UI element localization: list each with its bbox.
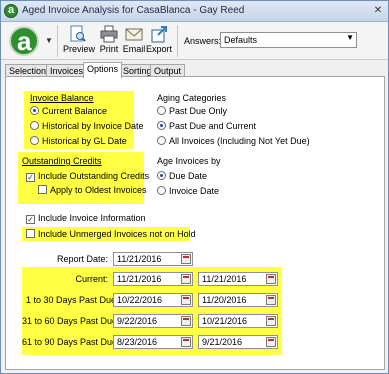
answers-label: Answers: <box>184 36 222 46</box>
range-1-30-to-input[interactable]: 11/20/2016 <box>198 293 278 307</box>
email-icon <box>125 28 143 41</box>
calendar-icon[interactable] <box>266 316 276 326</box>
answers-select[interactable]: Defaults ▼ <box>220 32 357 48</box>
checkmark-icon: ✓ <box>26 173 35 182</box>
range-1-30-label: 1 to 30 Days Past Due: <box>26 295 119 305</box>
option-label: Current Balance <box>42 106 108 116</box>
checkbox-indicator <box>38 185 47 194</box>
toolbar: a ▼ Preview Print Email Export Answers: … <box>1 22 388 60</box>
radio-past-due-and-current[interactable]: Past Due and Current <box>157 121 256 131</box>
date-value: 10/22/2016 <box>117 295 163 305</box>
radio-indicator <box>30 136 39 145</box>
range-31-60-to-input[interactable]: 10/21/2016 <box>198 314 278 328</box>
invoice-balance-title: Invoice Balance <box>30 93 94 103</box>
radio-indicator <box>30 121 39 130</box>
option-label: Due Date <box>169 171 208 181</box>
answers-value: Defaults <box>224 35 258 45</box>
range-61-90-to-input[interactable]: 9/21/2016 <box>198 335 278 349</box>
aging-categories-title: Aging Categories <box>157 93 227 103</box>
option-label: All Invoices (Including Not Yet Due) <box>169 136 310 146</box>
option-label: Past Due and Current <box>169 121 257 131</box>
option-label: Include Invoice Information <box>38 213 146 223</box>
calendar-icon[interactable] <box>266 274 276 284</box>
calendar-icon[interactable] <box>181 295 191 305</box>
range-1-30-from-input[interactable]: 10/22/2016 <box>113 293 193 307</box>
range-31-60-from-input[interactable]: 9/22/2016 <box>113 314 193 328</box>
option-label: Invoice Date <box>169 186 220 196</box>
calendar-icon[interactable] <box>181 337 191 347</box>
date-value: 11/21/2016 <box>202 274 247 284</box>
app-logo-button[interactable]: a <box>9 26 39 56</box>
checkbox-indicator <box>26 229 35 238</box>
date-value: 9/22/2016 <box>117 316 158 326</box>
report-date-input[interactable]: 11/21/2016 <box>113 252 193 266</box>
checkmark-icon: ✓ <box>26 215 35 224</box>
date-value: 11/20/2016 <box>202 295 247 305</box>
checkbox-include-outstanding-credits[interactable]: ✓ Include Outstanding Credits <box>26 171 149 182</box>
current-to-input[interactable]: 11/21/2016 <box>198 272 278 286</box>
calendar-icon[interactable] <box>266 295 276 305</box>
preview-icon <box>70 25 86 42</box>
current-range-label: Current: <box>75 274 108 284</box>
radio-indicator <box>30 106 39 115</box>
radio-invoice-date[interactable]: Invoice Date <box>157 186 219 196</box>
title-bar: a Aged Invoice Analysis for CasaBlanca -… <box>1 1 388 22</box>
outstanding-credits-title: Outstanding Credits <box>22 156 102 166</box>
date-value: 8/23/2016 <box>117 337 158 347</box>
window-title: Aged Invoice Analysis for CasaBlanca - G… <box>22 5 245 16</box>
chevron-down-icon[interactable]: ▼ <box>45 36 53 45</box>
checkbox-include-unmerged[interactable]: Include Unmerged Invoices not on Hold <box>26 229 196 239</box>
radio-all-invoices[interactable]: All Invoices (Including Not Yet Due) <box>157 136 310 146</box>
radio-historical-gl-date[interactable]: Historical by GL Date <box>30 136 127 146</box>
printer-icon <box>100 25 118 43</box>
close-icon[interactable]: ✕ <box>371 4 385 18</box>
radio-indicator <box>157 106 166 115</box>
options-panel: Invoice Balance Current Balance Historic… <box>5 76 385 370</box>
option-label: Historical by Invoice Date <box>42 121 144 131</box>
date-value: 11/21/2016 <box>117 254 162 264</box>
radio-indicator <box>157 171 166 180</box>
radio-historical-invoice-date[interactable]: Historical by Invoice Date <box>30 121 144 131</box>
export-button[interactable]: Export <box>144 25 174 58</box>
date-value: 10/21/2016 <box>202 316 248 326</box>
radio-indicator <box>157 121 166 130</box>
option-label: Apply to Oldest Invoices <box>50 185 147 195</box>
radio-indicator <box>157 136 166 145</box>
option-label: Include Outstanding Credits <box>38 171 150 181</box>
calendar-icon[interactable] <box>181 274 191 284</box>
radio-indicator <box>157 186 166 195</box>
date-value: 11/21/2016 <box>117 274 162 284</box>
tab-options[interactable]: Options <box>83 62 123 78</box>
range-61-90-from-input[interactable]: 8/23/2016 <box>113 335 193 349</box>
chevron-down-icon: ▼ <box>346 33 354 42</box>
toolbar-divider <box>57 25 58 57</box>
age-invoices-by-title: Age Invoices by <box>157 156 221 166</box>
aged-invoice-window: a Aged Invoice Analysis for CasaBlanca -… <box>0 0 389 374</box>
option-label: Include Unmerged Invoices not on Hold <box>38 229 196 239</box>
checkbox-include-invoice-info[interactable]: ✓ Include Invoice Information <box>26 213 146 224</box>
option-label: Past Due Only <box>169 106 228 116</box>
radio-past-due-only[interactable]: Past Due Only <box>157 106 227 116</box>
checkbox-apply-oldest[interactable]: Apply to Oldest Invoices <box>38 185 147 195</box>
range-31-60-label: 31 to 60 Days Past Due: <box>22 316 120 326</box>
range-61-90-label: 61 to 90 Days Past Due: <box>22 337 120 347</box>
calendar-icon[interactable] <box>181 316 191 326</box>
calendar-icon[interactable] <box>266 337 276 347</box>
app-icon: a <box>4 4 18 18</box>
radio-due-date[interactable]: Due Date <box>157 171 207 181</box>
report-date-label: Report Date: <box>56 254 108 264</box>
option-label: Historical by GL Date <box>42 136 127 146</box>
toolbar-divider <box>177 25 178 57</box>
radio-current-balance[interactable]: Current Balance <box>30 106 107 116</box>
export-icon <box>151 26 167 43</box>
calendar-icon[interactable] <box>181 254 191 264</box>
preview-button[interactable]: Preview <box>63 25 95 58</box>
date-value: 9/21/2016 <box>202 337 243 347</box>
current-from-input[interactable]: 11/21/2016 <box>113 272 193 286</box>
